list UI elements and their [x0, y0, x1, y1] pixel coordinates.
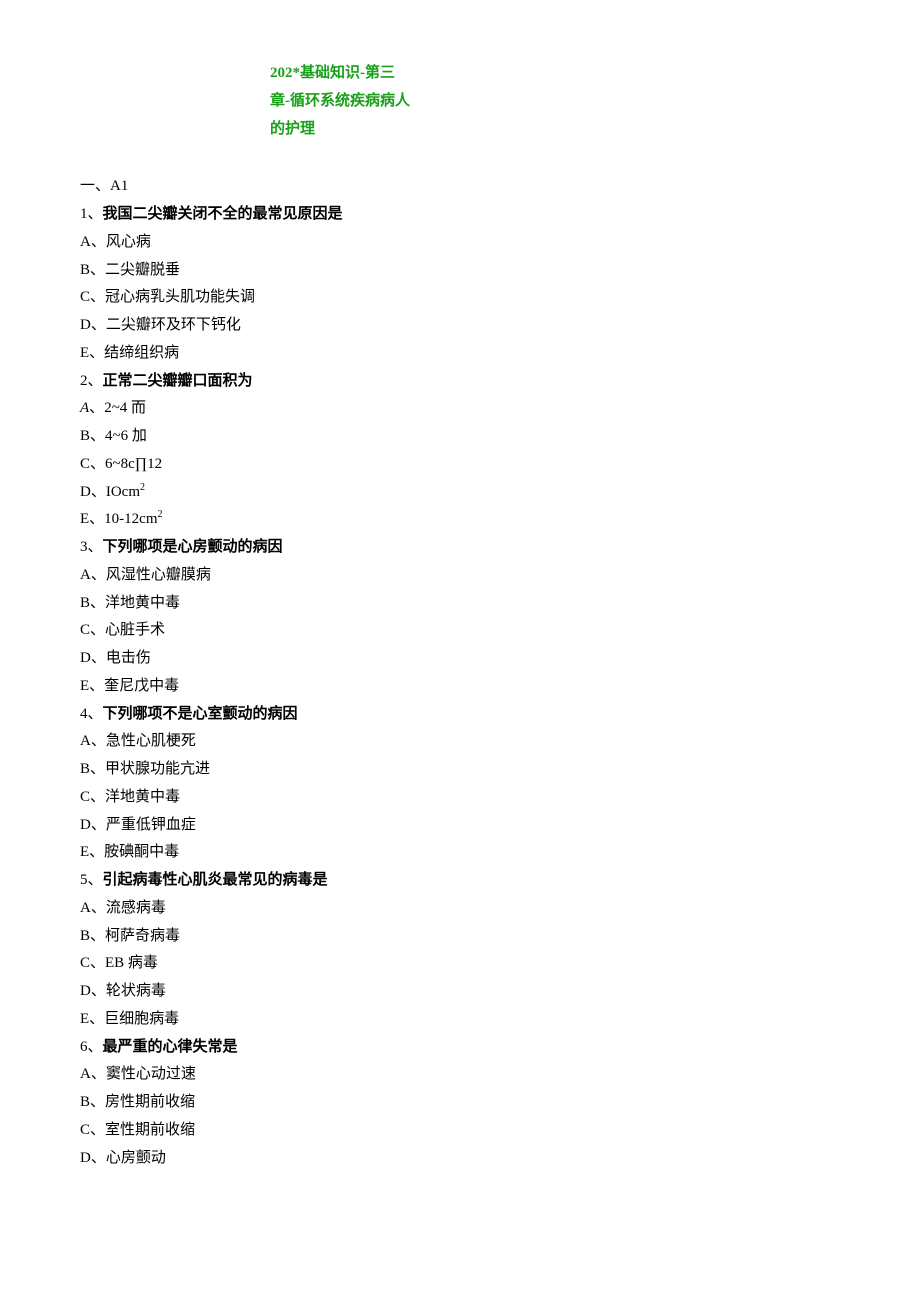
- question-text: 引起病毒性心肌炎最常见的病毒是: [103, 872, 328, 888]
- option: B、甲状腺功能亢进: [80, 756, 840, 784]
- question-text: 最严重的心律失常是: [103, 1039, 238, 1055]
- question-number: 2、: [80, 373, 103, 389]
- question-number: 3、: [80, 539, 103, 555]
- question-stem: 2、正常二尖瓣瓣口面积为: [80, 368, 840, 396]
- option: D、心房颤动: [80, 1145, 840, 1173]
- option: C、心脏手术: [80, 617, 840, 645]
- option: D、轮状病毒: [80, 978, 840, 1006]
- option: E、巨细胞病毒: [80, 1006, 840, 1034]
- option: B、洋地黄中毒: [80, 590, 840, 618]
- option: E、奎尼戊中毒: [80, 673, 840, 701]
- question-stem: 3、下列哪项是心房颤动的病因: [80, 534, 840, 562]
- document-title: 202*基础知识-第三章-循环系统疾病病人的护理: [270, 60, 410, 143]
- option: D、IOcm2: [80, 479, 840, 507]
- option: C、EB 病毒: [80, 950, 840, 978]
- option: A、窦性心动过速: [80, 1061, 840, 1089]
- option-text: 2~4 而: [104, 400, 146, 416]
- option: C、6~8c∏12: [80, 451, 840, 479]
- option: E、胺碘酮中毒: [80, 839, 840, 867]
- option: A、流感病毒: [80, 895, 840, 923]
- option: C、洋地黄中毒: [80, 784, 840, 812]
- option: D、电击伤: [80, 645, 840, 673]
- option: C、冠心病乳头肌功能失调: [80, 284, 840, 312]
- option: D、严重低钾血症: [80, 812, 840, 840]
- option: B、房性期前收缩: [80, 1089, 840, 1117]
- question-text: 下列哪项不是心室颤动的病因: [103, 706, 298, 722]
- section-heading: 一、A1: [80, 173, 840, 201]
- question-text: 正常二尖瓣瓣口面积为: [103, 373, 253, 389]
- question-stem: 4、下列哪项不是心室颤动的病因: [80, 701, 840, 729]
- option: B、4~6 加: [80, 423, 840, 451]
- option: E、结缔组织病: [80, 340, 840, 368]
- option: C、室性期前收缩: [80, 1117, 840, 1145]
- option: B、二尖瓣脱垂: [80, 257, 840, 285]
- question-number: 5、: [80, 872, 103, 888]
- option: A、风心病: [80, 229, 840, 257]
- question-text: 我国二尖瓣关闭不全的最常见原因是: [103, 206, 343, 222]
- option: A、急性心肌梗死: [80, 728, 840, 756]
- option: E、10-12cm2: [80, 506, 840, 534]
- question-number: 4、: [80, 706, 103, 722]
- question-stem: 6、最严重的心律失常是: [80, 1034, 840, 1062]
- title-text: 202*基础知识-第三章-循环系统疾病病人的护理: [270, 65, 410, 137]
- option: B、柯萨奇病毒: [80, 923, 840, 951]
- question-stem: 1、我国二尖瓣关闭不全的最常见原因是: [80, 201, 840, 229]
- question-number: 1、: [80, 206, 103, 222]
- question-stem: 5、引起病毒性心肌炎最常见的病毒是: [80, 867, 840, 895]
- option: A、2~4 而: [80, 395, 840, 423]
- question-text: 下列哪项是心房颤动的病因: [103, 539, 283, 555]
- question-number: 6、: [80, 1039, 103, 1055]
- option: D、二尖瓣环及环下钙化: [80, 312, 840, 340]
- option: A、风湿性心瓣膜病: [80, 562, 840, 590]
